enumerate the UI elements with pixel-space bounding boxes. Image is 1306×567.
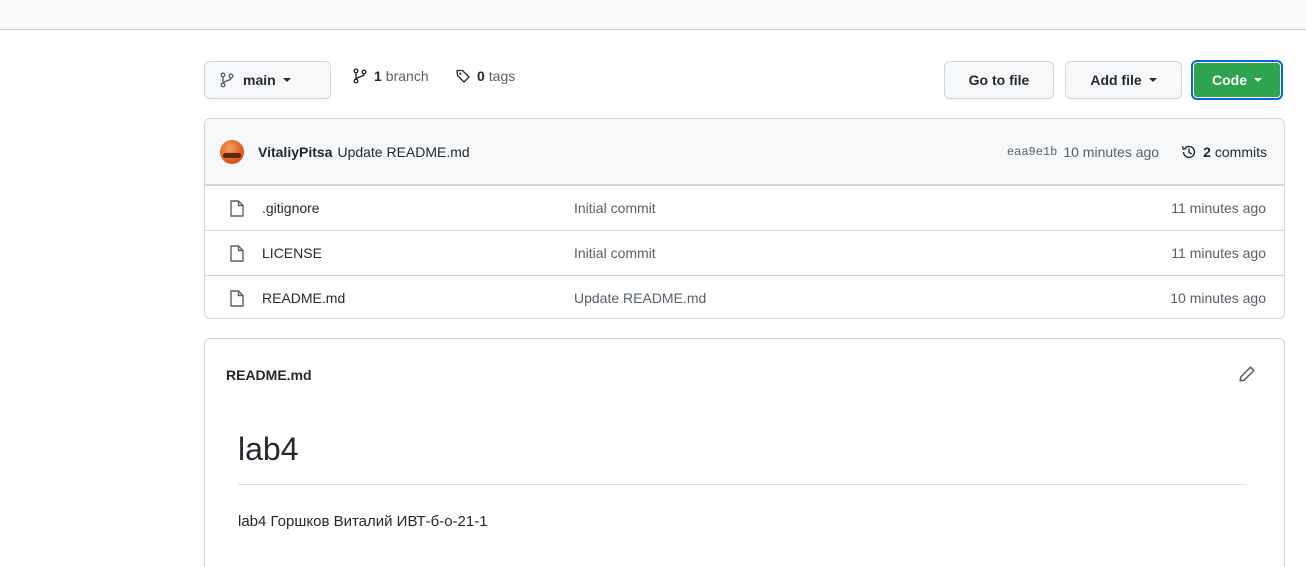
commit-sha-link[interactable]: eaa9e1b (1007, 145, 1057, 159)
git-branch-icon (220, 72, 234, 88)
caret-down-icon (1254, 78, 1262, 82)
tags-count: 0 (477, 68, 485, 84)
code-label: Code (1212, 72, 1247, 88)
git-branch-icon (353, 68, 367, 84)
readme-panel: README.md lab4 lab4 Горшков Виталий ИВТ-… (204, 338, 1285, 567)
branches-label: branch (385, 68, 429, 84)
file-name-link[interactable]: .gitignore (262, 200, 320, 216)
commits-label: commits (1214, 144, 1267, 160)
file-row[interactable]: LICENSE Initial commit 11 minutes ago (205, 230, 1284, 275)
branches-count: 1 (374, 68, 382, 84)
file-icon (230, 290, 244, 307)
tags-link[interactable]: 0 tags (455, 68, 515, 84)
commit-time: 10 minutes ago (1063, 144, 1160, 160)
tags-label: tags (488, 68, 516, 84)
file-row[interactable]: README.md Update README.md 10 minutes ag… (205, 275, 1284, 318)
readme-body: lab4 Горшков Виталий ИВТ-б-о-21-1 (238, 513, 488, 530)
branch-name: main (243, 72, 276, 88)
commit-author-link[interactable]: VitaliyPitsa (258, 144, 332, 160)
tag-icon (456, 69, 470, 83)
file-row[interactable]: .gitignore Initial commit 11 minutes ago (205, 185, 1284, 230)
branch-select-button[interactable]: main (204, 61, 331, 99)
readme-title-link[interactable]: README.md (226, 367, 312, 383)
go-to-file-label: Go to file (968, 72, 1030, 88)
file-icon (230, 200, 244, 217)
commits-history-link[interactable]: 2 commits (1181, 144, 1267, 160)
file-age: 10 minutes ago (1170, 290, 1266, 306)
latest-commit-bar: VitaliyPitsa Update README.md eaa9e1b 10… (205, 119, 1284, 185)
code-button[interactable]: Code (1191, 60, 1283, 100)
pencil-icon[interactable] (1237, 364, 1257, 384)
add-file-button[interactable]: Add file (1065, 61, 1182, 99)
file-icon (230, 245, 244, 262)
branches-link[interactable]: 1 branch (352, 68, 429, 84)
file-listing: VitaliyPitsa Update README.md eaa9e1b 10… (204, 118, 1285, 319)
history-icon (1181, 145, 1196, 159)
file-age: 11 minutes ago (1171, 245, 1266, 261)
avatar[interactable] (220, 139, 244, 164)
caret-down-icon (282, 78, 291, 82)
go-to-file-button[interactable]: Go to file (944, 61, 1054, 99)
file-commit-link[interactable]: Initial commit (574, 245, 656, 261)
add-file-label: Add file (1090, 72, 1142, 88)
top-header-strip (0, 0, 1306, 30)
file-commit-link[interactable]: Initial commit (574, 200, 656, 216)
file-age: 11 minutes ago (1171, 200, 1266, 216)
file-name-link[interactable]: LICENSE (262, 245, 322, 261)
heading-divider (238, 484, 1247, 485)
commit-meta: eaa9e1b 10 minutes ago 2 commits (1007, 119, 1267, 185)
readme-heading: lab4 (238, 431, 299, 467)
commits-count: 2 (1203, 144, 1211, 160)
file-name-link[interactable]: README.md (262, 290, 345, 306)
caret-down-icon (1148, 78, 1157, 82)
file-commit-link[interactable]: Update README.md (574, 290, 706, 306)
commit-message-link[interactable]: Update README.md (337, 144, 469, 160)
